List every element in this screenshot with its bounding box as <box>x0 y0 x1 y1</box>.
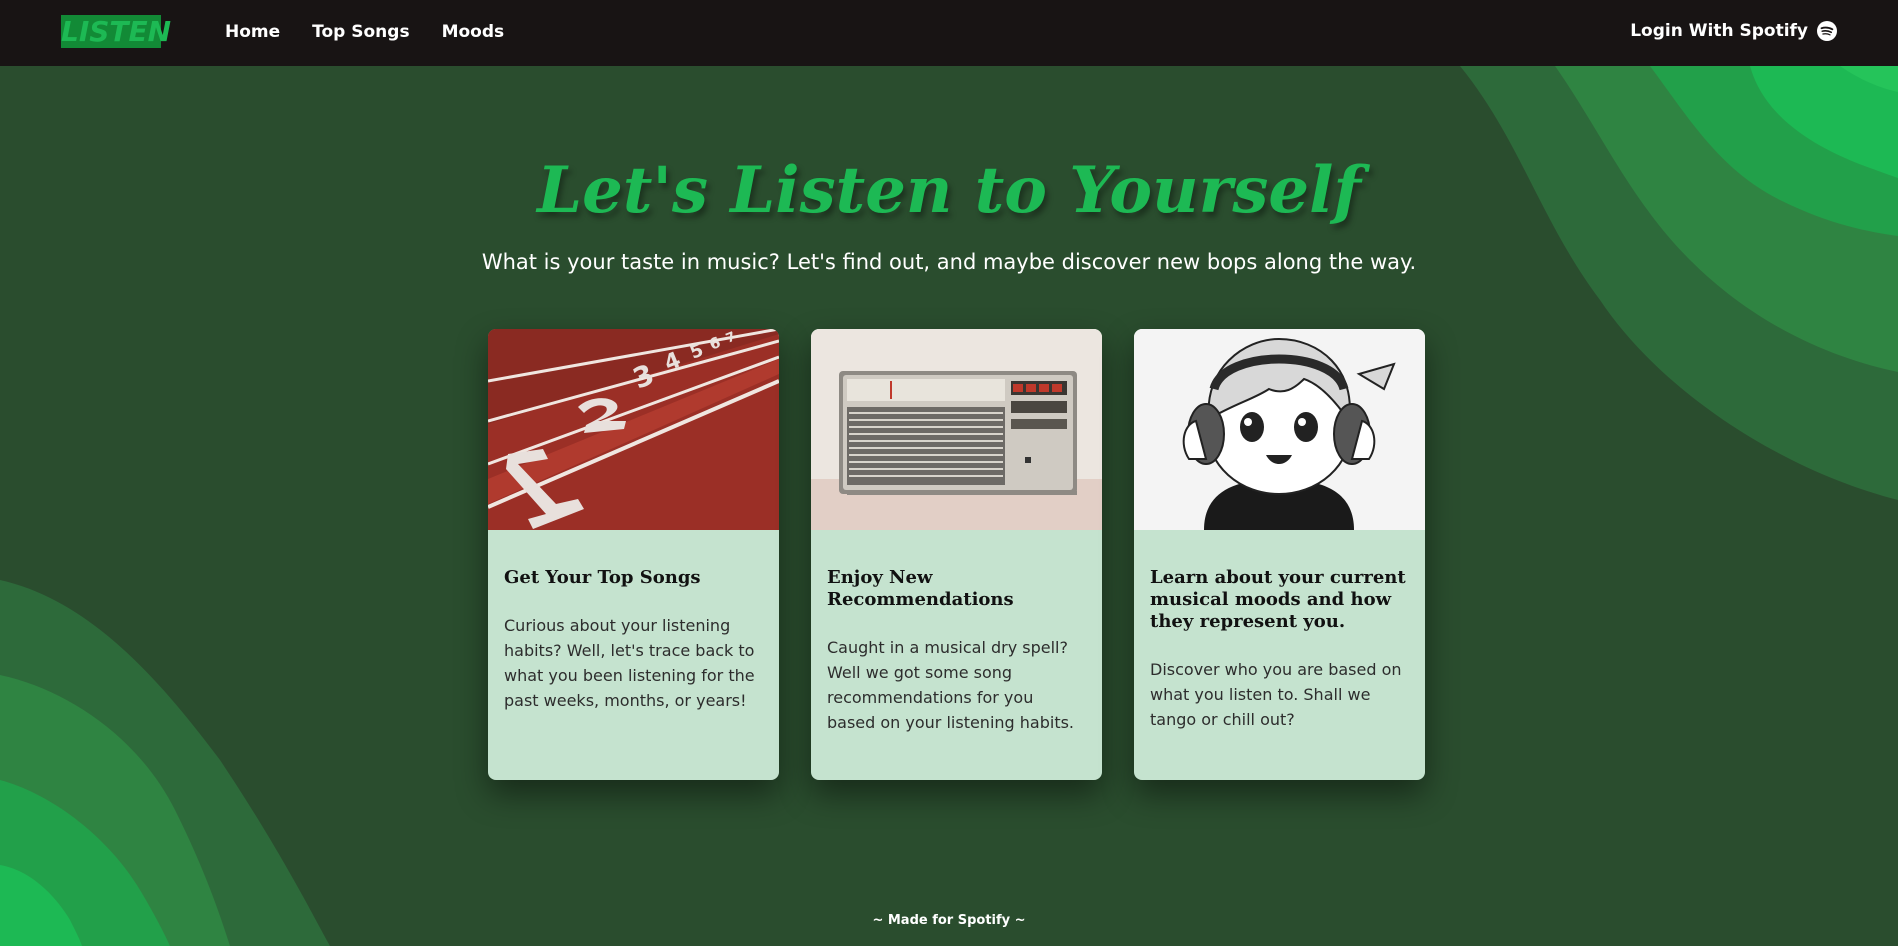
card-title: Get Your Top Songs <box>504 567 701 588</box>
card-description: Curious about your listening habits? Wel… <box>504 616 755 710</box>
nav-item-home[interactable]: Home <box>225 21 280 43</box>
card-moods[interactable]: Learn about your current musical moods a… <box>1134 329 1425 780</box>
spotify-icon <box>1817 21 1837 41</box>
hero-subtitle: What is your taste in music? Let's find … <box>481 250 1417 274</box>
running-track-image: 3 4 5 6 7 <box>488 329 779 530</box>
feature-cards: 3 4 5 6 7 Get Your Top Songs Curious abo… <box>488 329 1425 780</box>
brand-logo[interactable]: LISTEN <box>61 15 171 48</box>
login-label: Login With Spotify <box>1630 21 1808 41</box>
anime-headphones-image <box>1134 329 1425 530</box>
card-description: Discover who you are based on what you l… <box>1150 660 1402 729</box>
login-with-spotify-button[interactable]: Login With Spotify <box>1630 20 1837 42</box>
card-top-songs[interactable]: 3 4 5 6 7 Get Your Top Songs Curious abo… <box>488 329 779 780</box>
vintage-radio-image <box>811 329 1102 530</box>
nav-item-top-songs[interactable]: Top Songs <box>312 21 409 43</box>
card-title: Enjoy New Recommendations <box>827 567 1014 610</box>
card-recommendations[interactable]: Enjoy New Recommendations Caught in a mu… <box>811 329 1102 780</box>
footer-text: ~ Made for Spotify ~ <box>872 913 1026 928</box>
navbar: LISTEN Home Top Songs Moods Login With S… <box>0 0 1898 66</box>
hero-title: Let's Listen to Yourself <box>537 153 1361 228</box>
nav-links: Home Top Songs Moods <box>225 21 504 43</box>
card-title: Learn about your current musical moods a… <box>1150 567 1406 632</box>
nav-item-moods[interactable]: Moods <box>442 21 505 43</box>
card-description: Caught in a musical dry spell? Well we g… <box>827 638 1075 732</box>
